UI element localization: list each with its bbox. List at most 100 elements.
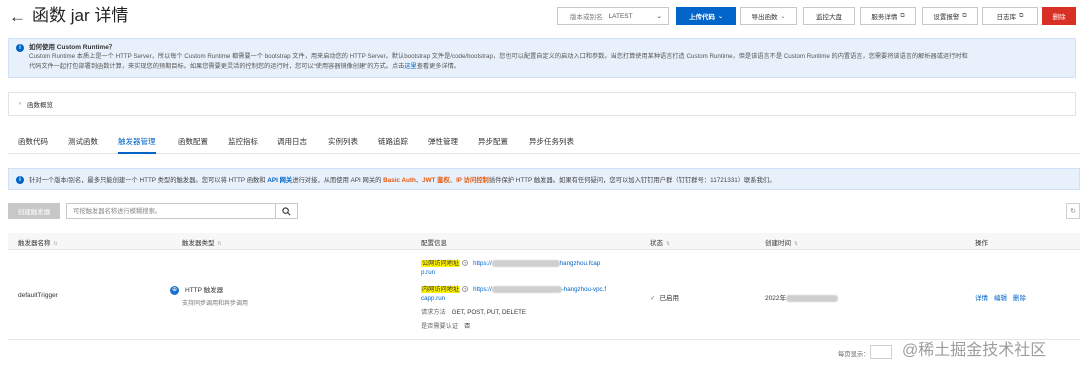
public-url-prefix[interactable]: https:// (473, 260, 492, 267)
col-config: 配置信息 (421, 240, 447, 247)
edit-link[interactable]: 编辑 (994, 295, 1007, 302)
tab-elastic-management[interactable]: 弹性管理 (428, 136, 458, 154)
chevron-down-icon: ⌄ (656, 13, 662, 20)
trigger-info-banner: i 针对一个版本/别名，最多只能创建一个 HTTP 类型的触发器。您可以将 HT… (8, 168, 1080, 190)
public-url-label: 公网访问地址 (421, 260, 461, 267)
tab-test-function[interactable]: 测试函数 (68, 136, 98, 154)
page-title: 函数 jar 详情 (32, 6, 129, 25)
info-icon: i (16, 44, 24, 52)
tab-invocation-logs[interactable]: 调用日志 (277, 136, 307, 154)
col-created[interactable]: 创建时间 ⇅ (765, 237, 798, 247)
arrow-left-icon[interactable]: ← (9, 8, 26, 25)
trigger-banner-text: 针对一个版本/别名，最多只能创建一个 HTTP 类型的触发器。您可以将 HTTP… (29, 176, 776, 184)
upload-code-label: 上传代码 (688, 14, 715, 21)
version-select[interactable]: 版本或别名 LATEST ⌄ (557, 7, 669, 25)
external-link-icon: ⧉ (1019, 12, 1024, 19)
col-status[interactable]: 状态 ⇅ (650, 237, 670, 247)
auth-value: 否 (464, 323, 471, 330)
api-gateway-link[interactable]: API 网关 (267, 177, 292, 184)
settings-alert-button[interactable]: 设置报警 ⧉ (922, 7, 978, 25)
ip-control-link[interactable]: IP 访问控制 (456, 177, 489, 184)
auth-key: 是否需要认证 (421, 323, 459, 330)
tab-trigger-management[interactable]: 触发器管理 (118, 136, 156, 154)
version-value: LATEST (608, 12, 633, 20)
internal-url-prefix[interactable]: https:// (473, 286, 492, 293)
service-details-label: 服务详情 (871, 14, 898, 21)
redacted-blur (491, 285, 562, 293)
log-library-label: 日志库 (996, 14, 1017, 21)
more-details-link[interactable]: 这里 (404, 63, 416, 70)
watermark: @稀土掘金技术社区 (902, 342, 1047, 359)
internal-url-suffix[interactable]: -hangzhou-vpc.f (562, 286, 606, 293)
details-link[interactable]: 详情 (975, 295, 988, 302)
col-trigger-name[interactable]: 触发器名称 ⇅ (18, 237, 58, 247)
request-methods: 请求方法 GET, POST, PUT, DELETE (421, 308, 526, 317)
create-trigger-button[interactable]: 创建触发器 (8, 203, 60, 219)
delete-link[interactable]: 删除 (1013, 295, 1026, 302)
trigger-name: defaultTrigger (18, 292, 58, 299)
row-actions: 详情 编辑 删除 (975, 292, 1032, 302)
tab-async-tasks[interactable]: 异步任务列表 (529, 136, 574, 154)
trigger-text-1: 针对一个版本/别名，最多只能创建一个 HTTP 类型的触发器。您可以将 HTTP… (29, 176, 266, 184)
col-actions: 操作 (975, 240, 988, 247)
internal-url-label: 内网访问地址 (421, 286, 461, 293)
col-label: 创建时间 (765, 240, 791, 247)
tab-instance-list[interactable]: 实例列表 (328, 136, 358, 154)
monitor-dashboard-button[interactable]: 监控大盘 (803, 7, 855, 25)
sort-icon: ⇅ (217, 241, 222, 247)
info-line-2: 代码文件一起打包部署到函数计算，来实现您的预期目标。如果您需要更灵活的控制您的运… (29, 62, 1067, 72)
redacted-blur (491, 259, 560, 267)
overview-label: 函数概览 (27, 102, 53, 109)
col-label: 触发器类型 (182, 240, 215, 247)
version-label: 版本或别名 (570, 14, 603, 21)
delete-button[interactable]: 删除 (1042, 7, 1076, 25)
basic-auth-link[interactable]: Basic Auth (383, 177, 416, 184)
methods-value: GET, POST, PUT, DELETE (451, 309, 527, 316)
function-overview-toggle[interactable]: › 函数概览 (8, 92, 1076, 116)
internal-url-tail[interactable]: capp.run (421, 294, 445, 303)
log-library-button[interactable]: 日志库 ⧉ (982, 7, 1038, 25)
page-size-select[interactable] (870, 345, 892, 359)
settings-alert-label: 设置报警 (933, 14, 960, 21)
tab-monitor-metrics[interactable]: 监控指标 (228, 136, 258, 154)
tab-tracing[interactable]: 链路追踪 (378, 136, 408, 154)
info-line-1: Custom Runtime 本质上是一个 HTTP Server，所以每个 C… (29, 53, 968, 60)
sort-icon: ⇅ (666, 241, 671, 247)
trigger-type: ⊕ HTTP 触发器 (170, 284, 223, 295)
refresh-icon[interactable]: ↻ (1066, 203, 1080, 219)
jwt-link[interactable]: JWT 鉴权 (422, 177, 450, 184)
tab-async-config[interactable]: 异步配置 (478, 136, 508, 154)
help-icon[interactable]: ? (462, 286, 469, 293)
status-label: 已启用 (659, 295, 679, 302)
table-row: defaultTrigger ⊕ HTTP 触发器 支持同步调用和异步调用 公网访… (8, 250, 1080, 340)
chevron-down-icon: ⌄ (780, 13, 786, 20)
col-label: 状态 (650, 240, 663, 247)
external-link-icon: ⧉ (900, 12, 905, 19)
runtime-info-banner: i 如何使用 Custom Runtime？ Custom Runtime 本质… (8, 38, 1076, 78)
search-input[interactable] (67, 204, 275, 218)
created-prefix: 2022年 (765, 295, 786, 302)
public-url-tail[interactable]: p.run (421, 268, 435, 277)
globe-icon: ⊕ (170, 285, 179, 295)
col-trigger-type[interactable]: 触发器类型 ⇅ (182, 237, 222, 247)
trigger-text-2: 进行对接，从而使用 API 网关的 (292, 176, 382, 184)
page-size-label: 每页显示： (838, 351, 870, 358)
sort-icon: ⇅ (794, 241, 799, 247)
tab-function-code[interactable]: 函数代码 (18, 136, 48, 154)
public-url-suffix[interactable]: hangzhou.fcap (560, 260, 601, 267)
upload-code-button[interactable]: 上传代码 ⌄ (676, 7, 736, 25)
help-icon[interactable]: ? (462, 260, 469, 267)
tab-bar: 函数代码 测试函数 触发器管理 函数配置 监控指标 调用日志 实例列表 链路追踪… (8, 132, 1080, 154)
search-icon[interactable] (275, 204, 297, 218)
trigger-type-label: HTTP 触发器 (185, 287, 224, 294)
status-badge: ✓ 已启用 (650, 292, 679, 302)
table-header: 触发器名称 ⇅ 触发器类型 ⇅ 配置信息 状态 ⇅ 创建时间 ⇅ 操作 (8, 233, 1080, 250)
info-line-2-end: 查看更多详情。 (416, 63, 461, 70)
service-details-button[interactable]: 服务详情 ⧉ (860, 7, 916, 25)
tab-function-config[interactable]: 函数配置 (178, 136, 208, 154)
info-line-2-text: 代码文件一起打包部署到函数计算，来实现您的预期目标。如果您需要更灵活的控制您的运… (29, 63, 405, 70)
trigger-search (66, 203, 298, 219)
sort-icon: ⇅ (53, 241, 58, 247)
page-header: ← 函数 jar 详情 版本或别名 LATEST ⌄ 上传代码 ⌄ 导出函数 ⌄… (0, 0, 1080, 34)
export-function-button[interactable]: 导出函数 ⌄ (740, 7, 797, 25)
